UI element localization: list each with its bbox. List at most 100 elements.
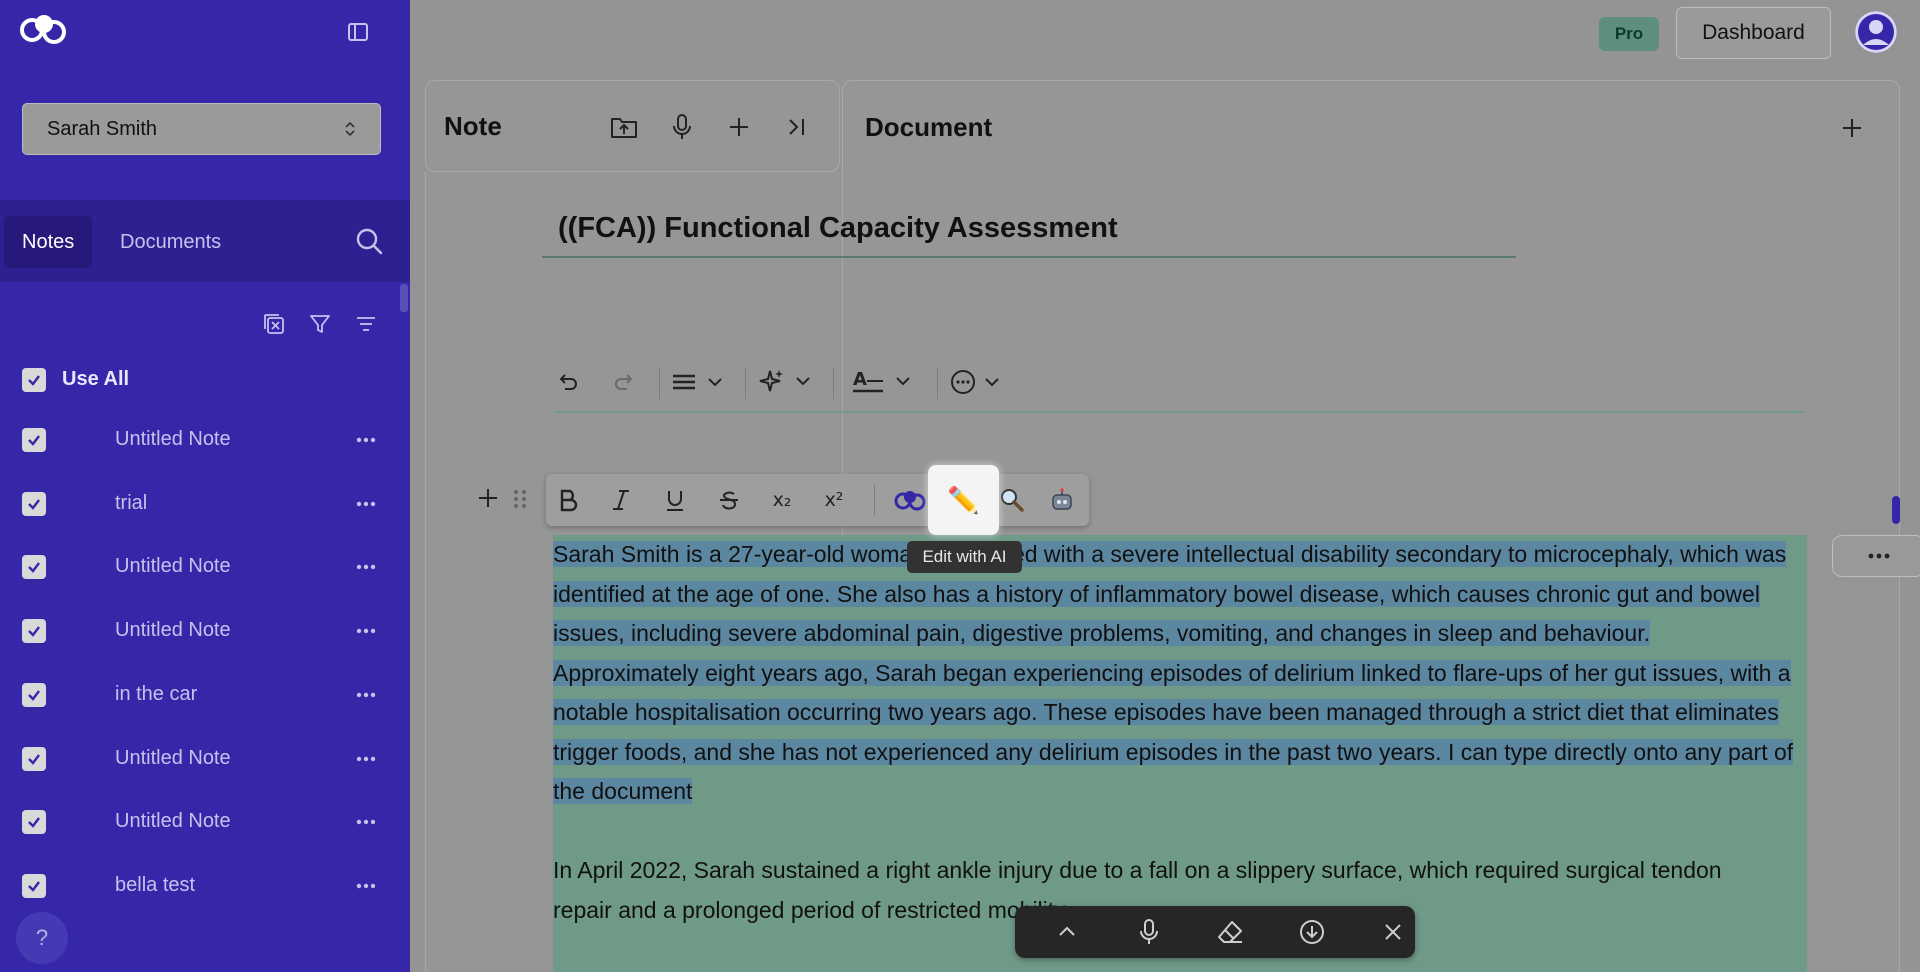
note-panel: Note [425,80,840,172]
document-title[interactable]: ((FCA)) Functional Capacity Assessment [542,200,1516,258]
dashboard-button[interactable]: Dashboard [1676,7,1831,59]
italic-icon[interactable] [605,484,637,516]
block-more-options-button[interactable] [1832,535,1920,577]
use-all-checkbox[interactable] [22,368,46,392]
more-horizontal-icon[interactable] [352,426,380,454]
note-panel-title: Note [444,111,502,141]
note-checkbox[interactable] [22,428,46,452]
note-list-item[interactable]: bella test [0,862,410,910]
paragraph-selected[interactable]: Sarah Smith is a 27-year-old woman diagn… [553,535,1807,812]
note-title[interactable]: Untitled Note [115,428,231,451]
sidebar: Sarah Smith Notes Documents Use All Unti… [0,0,410,972]
sidebar-scrollbar[interactable] [400,284,408,312]
chevron-up-icon[interactable] [1051,916,1083,948]
note-title[interactable]: trial [115,492,147,515]
note-checkbox[interactable] [22,810,46,834]
note-checkbox[interactable] [22,683,46,707]
app-logo-icon[interactable] [20,14,68,46]
tab-documents-label: Documents [120,230,222,253]
note-title[interactable]: Untitled Note [115,747,231,770]
undo-icon[interactable] [555,365,581,399]
user-select[interactable]: Sarah Smith [22,103,381,155]
note-title[interactable]: bella test [115,874,195,897]
dashboard-label: Dashboard [1702,21,1805,44]
tab-notes[interactable]: Notes [4,216,93,268]
use-all-label: Use All [62,368,130,390]
note-title[interactable]: Untitled Note [115,810,231,833]
svg-text:A: A [853,369,867,390]
note-checkbox[interactable] [22,747,46,771]
superscript-icon[interactable]: x² [818,484,850,516]
help-button[interactable]: ? [16,912,68,964]
toolbar-divider [833,367,834,399]
ai-logo-icon[interactable] [894,484,926,516]
recording-control-bar [1015,906,1415,958]
search-icon[interactable] [354,226,384,256]
more-options-dropdown[interactable] [950,365,1010,399]
format-toolbar: x₂ x² [546,474,1089,526]
collapse-panel-icon[interactable] [780,111,812,143]
folder-upload-icon[interactable] [608,111,640,143]
note-list-item[interactable]: Untitled Note [0,735,410,783]
toolbar-divider [937,367,938,399]
pro-badge: Pro [1599,17,1659,51]
more-horizontal-icon[interactable] [352,872,380,900]
note-title[interactable]: Untitled Note [115,619,231,642]
selected-text[interactable]: Sarah Smith is a 27-year-old woman diagn… [553,541,1794,804]
redo-icon[interactable] [611,365,637,399]
note-list-item[interactable]: in the car [0,671,410,719]
drag-handle-icon[interactable] [512,488,528,510]
add-note-icon[interactable] [723,111,755,143]
subscript-icon[interactable]: x₂ [766,484,798,516]
note-list-item[interactable]: Untitled Note [0,543,410,591]
avatar[interactable] [1855,11,1897,53]
toolbar-divider [659,367,660,399]
filter-icon[interactable] [306,310,334,338]
note-title[interactable]: in the car [115,683,197,706]
user-select-value: Sarah Smith [47,117,158,140]
note-title[interactable]: Untitled Note [115,555,231,578]
sort-icon[interactable] [352,310,380,338]
tab-notes-label: Notes [22,230,75,253]
chevron-updown-icon [344,120,356,138]
format-toolbar-divider [874,484,875,516]
tab-documents[interactable]: Documents [102,216,239,268]
note-list-item[interactable]: Untitled Note [0,798,410,846]
note-checkbox[interactable] [22,492,46,516]
clear-selection-icon[interactable] [260,310,288,338]
strikethrough-icon[interactable] [713,484,745,516]
download-icon[interactable] [1296,916,1328,948]
note-checkbox[interactable] [22,874,46,898]
note-list-item[interactable]: Untitled Note [0,416,410,464]
text-style-dropdown[interactable]: A [853,365,919,399]
note-list-item[interactable]: Untitled Note [0,607,410,655]
note-list-item[interactable]: trial [0,480,410,528]
document-panel-title: Document [865,112,993,142]
more-horizontal-icon[interactable] [352,681,380,709]
microphone-icon[interactable] [666,111,698,143]
eraser-icon[interactable] [1214,916,1246,948]
sidebar-collapse-icon[interactable] [342,16,374,48]
more-horizontal-icon[interactable] [352,490,380,518]
more-horizontal-icon[interactable] [352,617,380,645]
magnifier-icon[interactable] [996,484,1028,516]
help-label: ? [35,925,49,950]
note-checkbox[interactable] [22,619,46,643]
add-block-icon[interactable] [476,486,500,510]
align-dropdown[interactable] [671,365,731,399]
underline-icon[interactable] [659,484,691,516]
add-document-icon[interactable] [1835,111,1869,145]
bold-icon[interactable] [552,484,584,516]
more-horizontal-icon[interactable] [352,745,380,773]
more-horizontal-icon[interactable] [352,808,380,836]
ai-sparkle-dropdown[interactable] [759,365,819,399]
more-horizontal-icon [1868,553,1889,559]
more-horizontal-icon[interactable] [352,553,380,581]
close-icon[interactable] [1377,916,1409,948]
tooltip: Edit with AI [907,541,1022,573]
document-scrollbar[interactable] [1892,496,1900,524]
microphone-icon[interactable] [1133,916,1165,948]
edit-with-ai-button[interactable]: ✏️ [928,465,999,535]
note-checkbox[interactable] [22,555,46,579]
robot-icon[interactable] [1046,484,1078,516]
